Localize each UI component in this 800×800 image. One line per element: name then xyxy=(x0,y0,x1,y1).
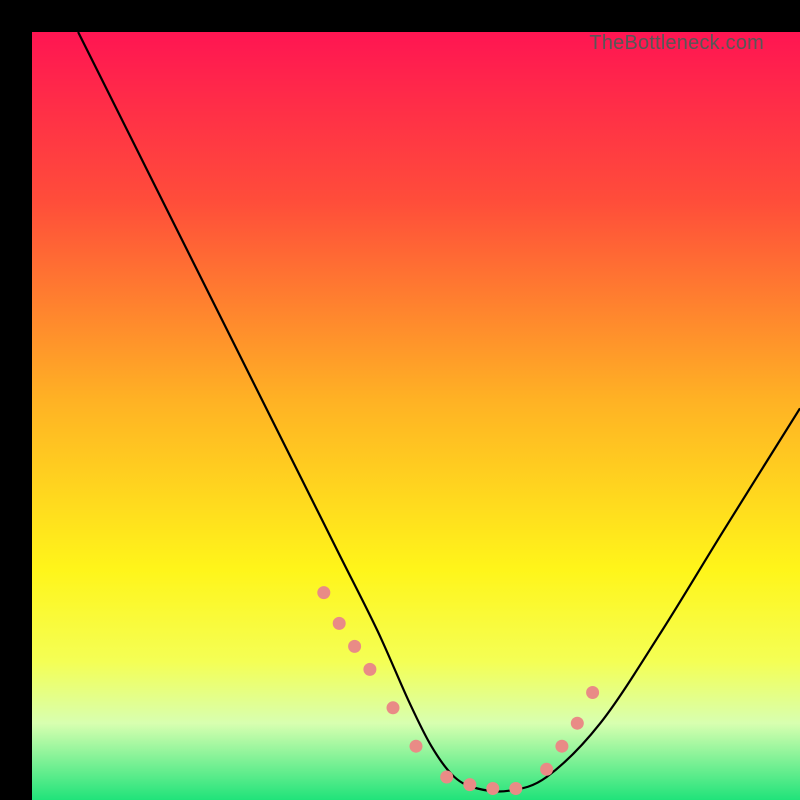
marker-dot xyxy=(509,782,522,795)
marker-dot xyxy=(555,740,568,753)
bottleneck-chart xyxy=(32,32,800,800)
marker-dot xyxy=(348,640,361,653)
marker-dot xyxy=(410,740,423,753)
gradient-background xyxy=(32,32,800,800)
chart-frame: TheBottleneck.com xyxy=(0,0,800,800)
marker-dot xyxy=(363,663,376,676)
plot-area xyxy=(32,32,800,800)
marker-dot xyxy=(486,782,499,795)
marker-dot xyxy=(317,586,330,599)
marker-dot xyxy=(387,701,400,714)
marker-dot xyxy=(333,617,346,630)
watermark-text: TheBottleneck.com xyxy=(589,32,764,55)
marker-dot xyxy=(463,778,476,791)
marker-dot xyxy=(586,686,599,699)
marker-dot xyxy=(540,763,553,776)
marker-dot xyxy=(440,771,453,784)
marker-dot xyxy=(571,717,584,730)
